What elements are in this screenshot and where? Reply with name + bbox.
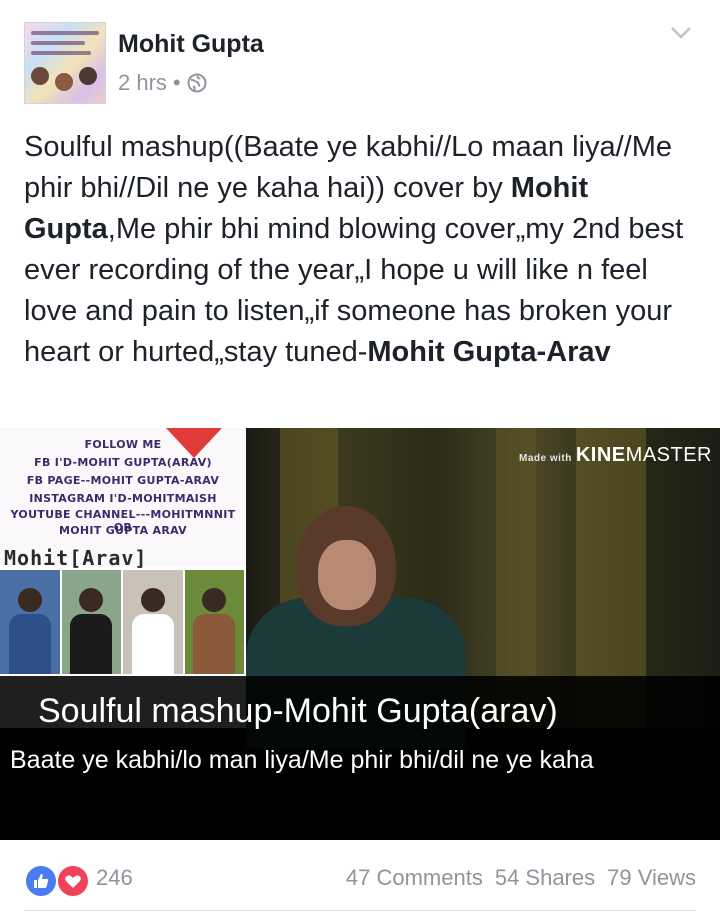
photo-body xyxy=(70,614,113,674)
post-stats: 47 Comments 54 Shares 79 Views xyxy=(346,865,696,891)
photo-head xyxy=(17,588,42,612)
photo xyxy=(184,570,246,674)
avatar-text-line xyxy=(31,51,91,55)
photo-head xyxy=(202,588,227,612)
post-header: Mohit Gupta 2 hrs • xyxy=(0,0,720,110)
meta-separator: • xyxy=(172,70,181,95)
follow-line: INSTAGRAM I'D-MOHITMAISH xyxy=(29,492,217,505)
watermark-prefix: Made with xyxy=(519,453,572,464)
divider xyxy=(24,910,696,911)
kinemaster-watermark: Made with KINEMASTER xyxy=(519,444,712,467)
photo-body xyxy=(193,614,236,674)
watermark-kine: KINE xyxy=(575,444,626,466)
heart-icon xyxy=(166,428,222,458)
photo-strip xyxy=(0,570,246,674)
shares-count[interactable]: 54 Shares xyxy=(495,865,595,891)
photo-head xyxy=(79,588,104,612)
singer-face xyxy=(318,540,376,610)
avatar-text-line xyxy=(31,31,99,35)
views-count[interactable]: 79 Views xyxy=(607,865,696,891)
follow-line: MOHIT GUPTA ARAV xyxy=(58,524,187,537)
avatar-face xyxy=(79,67,97,85)
photo-head xyxy=(140,588,165,612)
post-text: Soulful mashup((Baate ye kabhi//Lo maan … xyxy=(24,127,704,373)
avatar-face xyxy=(31,67,49,85)
video-thumbnail[interactable]: FOLLOW ME FB I'D-MOHIT GUPTA(ARAV) FB PA… xyxy=(0,428,720,840)
reactions-bar: 246 47 Comments 54 Shares 79 Views xyxy=(0,858,720,898)
follow-line: FB PAGE--MOHIT GUPTA-ARAV xyxy=(26,474,220,487)
arav-label: Mohit[Arav] xyxy=(4,546,148,570)
avatar-text-line xyxy=(31,41,85,45)
comments-count[interactable]: 47 Comments xyxy=(346,865,483,891)
signature-mention: Mohit Gupta-Arav xyxy=(367,336,611,368)
like-reaction-icon[interactable] xyxy=(24,864,58,898)
love-reaction-icon[interactable] xyxy=(56,864,90,898)
watermark-master: MASTER xyxy=(625,444,712,466)
photo-body xyxy=(131,614,174,674)
video-caption-subtitle: Baate ye kabhi/lo man liya/Me phir bhi/d… xyxy=(10,746,594,774)
photo xyxy=(0,570,62,674)
avatar[interactable] xyxy=(24,22,106,104)
reaction-count[interactable]: 246 xyxy=(96,865,133,891)
photo xyxy=(123,570,185,674)
chevron-down-icon[interactable] xyxy=(670,26,692,40)
photo-body xyxy=(8,614,51,674)
post-time[interactable]: 2 hrs xyxy=(118,70,167,96)
avatar-face xyxy=(55,73,73,91)
author-name[interactable]: Mohit Gupta xyxy=(118,30,264,59)
video-caption-title: Soulful mashup-Mohit Gupta(arav) xyxy=(38,692,558,730)
globe-icon xyxy=(187,73,207,93)
post-meta: 2 hrs • xyxy=(118,70,207,96)
photo xyxy=(61,570,123,674)
